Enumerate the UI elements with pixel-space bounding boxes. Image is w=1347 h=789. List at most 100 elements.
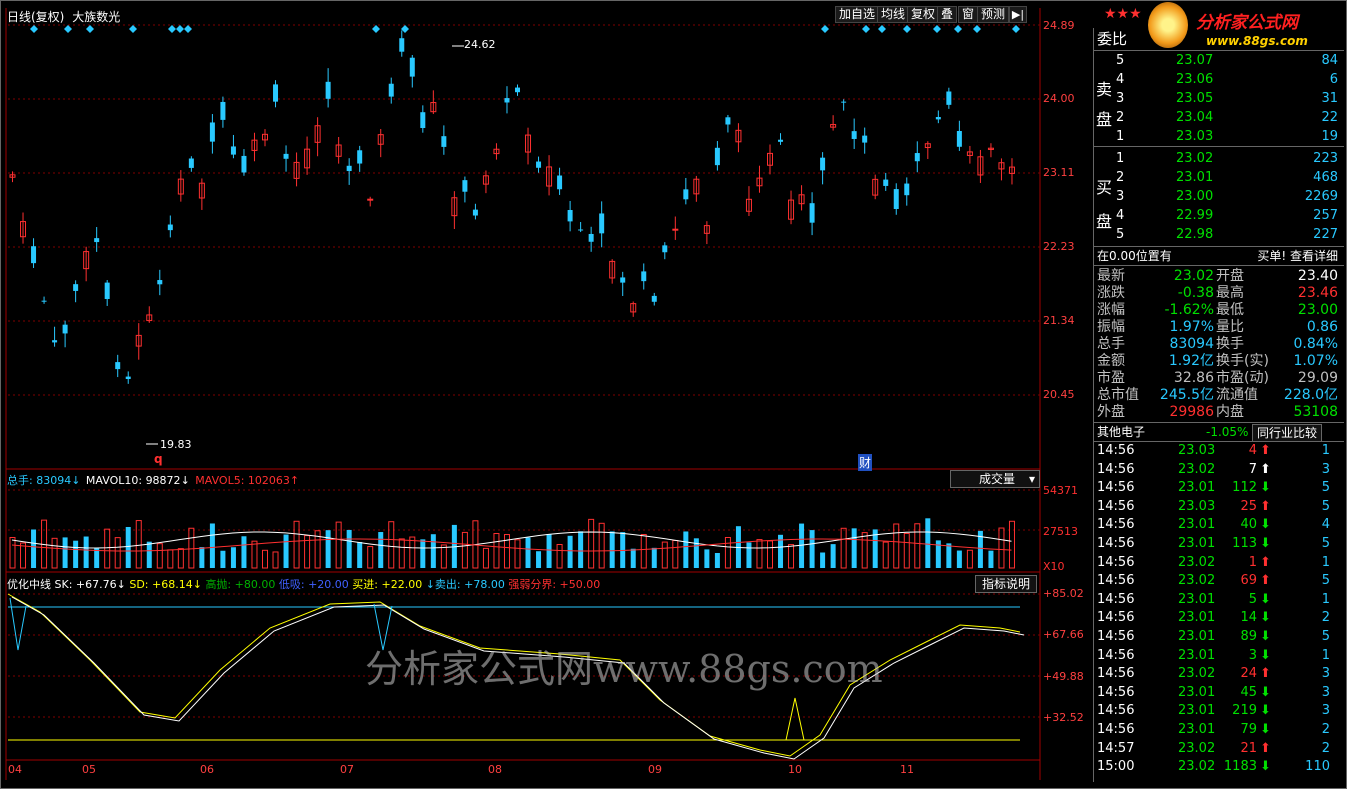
sell-signal-line xyxy=(9,597,27,651)
candle-body-down xyxy=(893,189,899,209)
volume-bar-down xyxy=(746,542,752,568)
candle-body-down xyxy=(809,203,815,223)
candle-body-down xyxy=(125,376,131,380)
tick-price: 23.02 xyxy=(1178,554,1216,570)
quote-value: 228.0亿 xyxy=(1283,387,1338,403)
book-level[interactable]: 3 23.00 2269 xyxy=(1094,188,1344,206)
book-level-price: 23.05 xyxy=(1176,91,1214,106)
book-level[interactable]: 1 23.03 19 xyxy=(1094,128,1344,146)
tick-row[interactable]: 14:56 23.02 7 ⬆ 3 xyxy=(1094,461,1344,480)
tick-row[interactable]: 14:56 23.02 24 ⬆ 3 xyxy=(1094,665,1344,684)
indicator-selector[interactable]: 成交量 ▾ xyxy=(950,470,1040,488)
candle-body-down xyxy=(683,189,689,200)
tick-row[interactable]: 14:56 23.01 40 ⬇ 4 xyxy=(1094,516,1344,535)
tick-row[interactable]: 14:56 23.03 4 ⬆ 1 xyxy=(1094,442,1344,461)
indicator-name: 优化中线 xyxy=(7,578,51,591)
tick-row[interactable]: 14:56 23.01 113 ⬇ 5 xyxy=(1094,535,1344,554)
date-axis-label: 05 xyxy=(82,763,96,776)
tick-volume: 112 xyxy=(1232,480,1257,496)
candle-body-down xyxy=(862,135,868,143)
book-level[interactable]: 5 23.07 84 xyxy=(1094,52,1344,70)
signal-diamond-icon xyxy=(372,25,380,33)
tick-price: 23.01 xyxy=(1178,610,1216,626)
date-axis-label: 06 xyxy=(200,763,214,776)
book-level[interactable]: 4 22.99 257 xyxy=(1094,207,1344,225)
tick-row[interactable]: 14:56 23.02 69 ⬆ 5 xyxy=(1094,572,1344,591)
position-row[interactable]: 在0.00位置有 买单! 查看详细 xyxy=(1094,247,1344,265)
signal-diamond-icon xyxy=(129,25,137,33)
book-level[interactable]: 4 23.06 6 xyxy=(1094,71,1344,89)
gaopao-label: 高抛: xyxy=(205,578,235,591)
book-level[interactable]: 2 23.01 468 xyxy=(1094,169,1344,187)
tick-volume: 3 xyxy=(1248,647,1257,663)
book-level[interactable]: 2 23.04 22 xyxy=(1094,109,1344,127)
quote-value: 53108 xyxy=(1293,404,1338,420)
candle-body-down xyxy=(651,295,657,302)
book-level-price: 23.04 xyxy=(1176,110,1214,125)
mairu-value: +22.00 xyxy=(381,578,423,591)
tick-row[interactable]: 14:56 23.01 14 ⬇ 2 xyxy=(1094,609,1344,628)
candle-body-down xyxy=(504,98,510,103)
price-axis-label: 21.34 xyxy=(1043,314,1075,327)
toolbar-button-4[interactable]: 窗 xyxy=(958,6,979,23)
down-arrow-icon: ⬇ xyxy=(1260,703,1271,719)
toolbar-button-0[interactable]: 加自选 xyxy=(835,6,880,23)
mairu-label: 买进: xyxy=(352,578,382,591)
view-detail-link[interactable]: 买单! 查看详细 xyxy=(1257,247,1338,265)
volume-bar-up xyxy=(893,523,900,569)
tick-row[interactable]: 14:56 23.01 79 ⬇ 2 xyxy=(1094,721,1344,740)
tick-row[interactable]: 14:56 23.01 89 ⬇ 5 xyxy=(1094,628,1344,647)
toolbar-button-2[interactable]: 复权 xyxy=(907,6,940,23)
price-axis-label: 24.89 xyxy=(1043,19,1075,32)
toolbar-button-3[interactable]: 叠 xyxy=(937,6,958,23)
total-volume-label: 总手: xyxy=(7,474,37,487)
quote-row: 涨幅 -1.62% 最低 23.00 xyxy=(1094,301,1344,319)
tick-row[interactable]: 14:56 23.01 3 ⬇ 1 xyxy=(1094,647,1344,666)
candle-body-down xyxy=(904,183,910,196)
quote-label: 涨跌 xyxy=(1097,285,1125,301)
financial-report-marker[interactable]: 财 xyxy=(858,454,873,471)
toolbar-button-1[interactable]: 均线 xyxy=(877,6,910,23)
book-level[interactable]: 1 23.02 223 xyxy=(1094,150,1344,168)
tick-row[interactable]: 14:56 23.02 1 ⬆ 1 xyxy=(1094,554,1344,573)
tick-row[interactable]: 15:00 23.02 1183 ⬇ 110 xyxy=(1094,758,1344,777)
qr-value: +50.00 xyxy=(559,578,601,591)
volume-bar-down xyxy=(956,550,962,568)
tick-row[interactable]: 14:56 23.03 25 ⬆ 5 xyxy=(1094,498,1344,517)
toolbar-button-5[interactable]: 预测 xyxy=(977,6,1010,23)
volume-bar-down xyxy=(851,528,857,568)
price-axis-label: 22.23 xyxy=(1043,240,1075,253)
industry-compare-button[interactable]: 同行业比较 xyxy=(1252,424,1323,442)
indicator-help-button[interactable]: 指标说明 xyxy=(975,575,1037,593)
volume-bar-down xyxy=(146,541,152,568)
tick-row[interactable]: 14:57 23.02 21 ⬆ 2 xyxy=(1094,740,1344,759)
collapse-panel-icon[interactable]: ▶| xyxy=(1009,6,1027,23)
volume-bar-down xyxy=(567,535,573,568)
tick-row[interactable]: 14:56 23.01 5 ⬇ 1 xyxy=(1094,591,1344,610)
tick-row[interactable]: 14:56 23.01 219 ⬇ 3 xyxy=(1094,702,1344,721)
quote-value: 1.07% xyxy=(1293,353,1338,369)
volume-bar-up xyxy=(1008,520,1015,569)
volume-bar-down xyxy=(357,541,363,568)
candle-body-down xyxy=(420,112,426,129)
quote-value: 83094 xyxy=(1169,336,1214,352)
quote-label: 市盈(动) xyxy=(1216,370,1269,386)
tick-row[interactable]: 14:56 23.01 112 ⬇ 5 xyxy=(1094,479,1344,498)
volume-bar-up xyxy=(398,538,405,569)
sector-name[interactable]: 其他电子 xyxy=(1097,423,1145,441)
volume-bar-up xyxy=(724,536,731,569)
tick-count: 1 xyxy=(1321,554,1330,570)
book-level[interactable]: 5 22.98 227 xyxy=(1094,226,1344,244)
quote-row: 总市值 245.5亿 流通值 228.0亿 xyxy=(1094,386,1344,404)
quote-value: 245.5亿 xyxy=(1159,387,1214,403)
tick-time: 14:56 xyxy=(1097,610,1135,626)
tick-volume: 7 xyxy=(1248,461,1257,477)
book-level-price: 23.02 xyxy=(1176,151,1214,166)
candle-body-down xyxy=(273,84,279,102)
price-axis-label: 24.00 xyxy=(1043,92,1075,105)
candle-body-down xyxy=(220,101,226,120)
mavol10-arrow: ↓ xyxy=(180,474,190,487)
tick-row[interactable]: 14:56 23.01 45 ⬇ 3 xyxy=(1094,684,1344,703)
volume-bar-down xyxy=(809,530,815,568)
book-level[interactable]: 3 23.05 31 xyxy=(1094,90,1344,108)
